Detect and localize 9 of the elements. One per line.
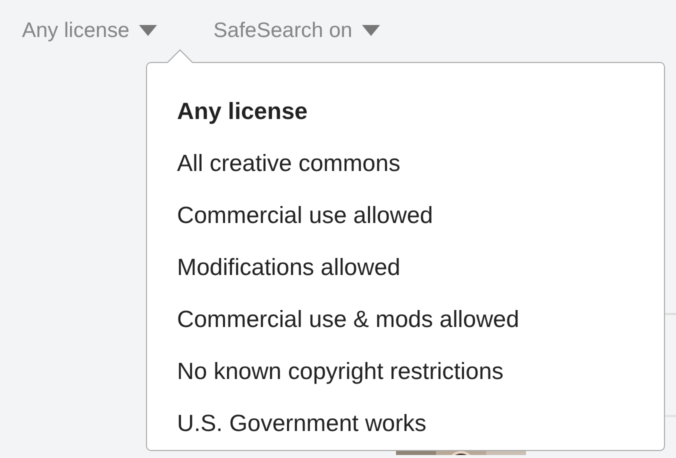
menu-item[interactable]: Any license: [177, 85, 308, 137]
caret-icon: [362, 25, 380, 36]
menu-item[interactable]: No known copyright restrictions: [177, 345, 504, 397]
menu-item[interactable]: Commercial use allowed: [177, 189, 433, 241]
menu-item[interactable]: Modifications allowed: [177, 241, 400, 293]
caret-icon: [139, 25, 158, 36]
menu-item[interactable]: All creative commons: [177, 137, 400, 189]
menu-item[interactable]: U.S. Government works: [177, 397, 426, 449]
menu-item[interactable]: Commercial use & mods allowed: [177, 293, 520, 345]
